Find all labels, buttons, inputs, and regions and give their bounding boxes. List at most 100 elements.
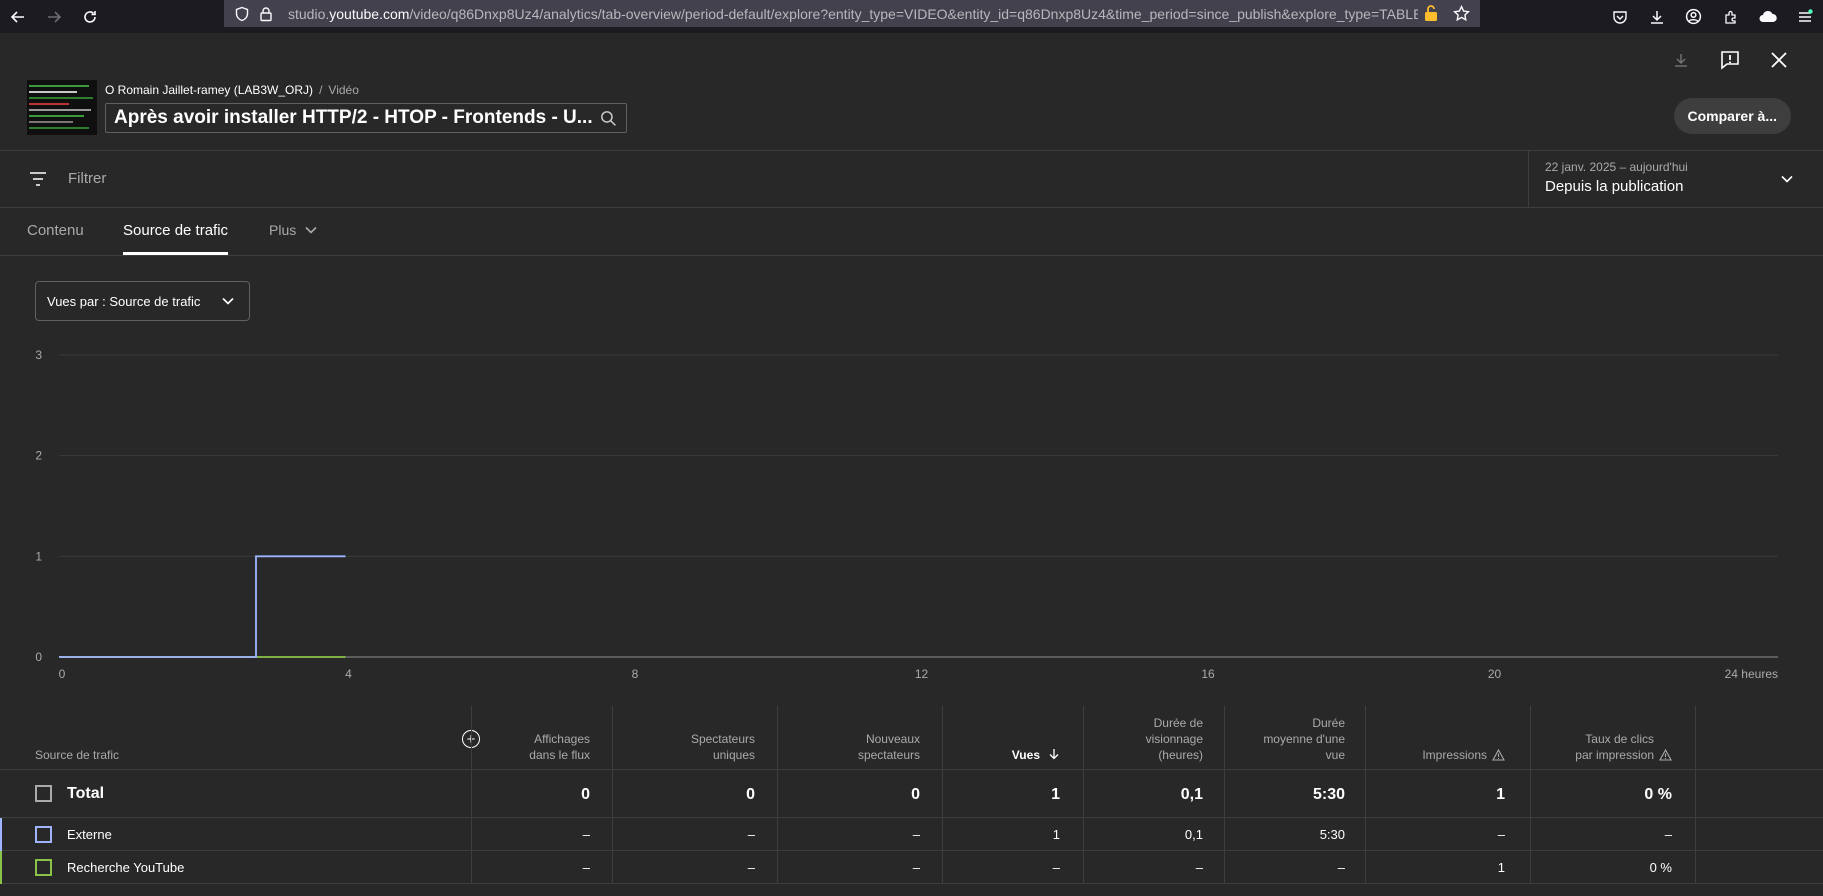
column-header[interactable]: Spectateurs uniques [691, 731, 755, 763]
column-divider [471, 706, 472, 884]
total-cell: 0 [581, 786, 590, 803]
x-tick-label: 12 [915, 667, 929, 681]
y-tick-label: 0 [35, 650, 42, 664]
tracking-shield-icon[interactable] [234, 6, 250, 22]
extension-cloud-icon[interactable] [1749, 0, 1786, 33]
column-header-line: visionnage [1145, 732, 1203, 746]
total-cell: 0 [746, 786, 755, 803]
lock-icon[interactable] [258, 6, 274, 22]
column-header-line: Durée de [1153, 716, 1203, 730]
x-tick-label: 20 [1488, 667, 1502, 681]
externe-cell: – [1497, 827, 1505, 842]
column-header-line: Nouveaux [865, 732, 920, 746]
menu-icon[interactable] [1786, 0, 1823, 33]
permissions-lock-icon[interactable] [1423, 4, 1439, 22]
column-header[interactable]: Vues [1012, 747, 1060, 763]
row-label-externe: Externe [67, 827, 112, 842]
bookmark-star-icon[interactable] [1453, 4, 1470, 22]
x-tick-label: 16 [1201, 667, 1215, 681]
url-text[interactable]: studio.youtube.com/video/q86Dnxp8Uz4/ana… [288, 6, 1418, 22]
column-header[interactable]: Affichages dans le flux [529, 731, 590, 763]
total-cell: 1 [1051, 786, 1060, 803]
filter-icon[interactable] [28, 170, 48, 193]
externe-cell: 1 [1052, 827, 1060, 842]
column-header-line: Taux de clics [1585, 732, 1654, 746]
tab-contenu[interactable]: Contenu [27, 222, 84, 239]
account-icon[interactable] [1675, 0, 1712, 33]
date-range-selector[interactable]: 22 janv. 2025 – aujourd'hui Depuis la pu… [1528, 151, 1823, 208]
column-header[interactable]: Nouveaux spectateurs [858, 731, 920, 763]
sort-arrow-down-icon[interactable] [1048, 748, 1060, 760]
x-tick-label: 4 [345, 667, 352, 681]
column-header-line: Affichages [534, 732, 590, 746]
recherche-youtube-cell: – [1052, 860, 1060, 875]
column-header-line: vue [1325, 748, 1345, 762]
column-divider [942, 706, 943, 884]
tab-plus-label: Plus [269, 222, 297, 238]
column-header[interactable]: Durée moyenne d'une vue [1263, 715, 1345, 763]
warning-icon[interactable] [1659, 749, 1672, 761]
download-icon[interactable] [1638, 0, 1675, 33]
column-divider [1083, 706, 1084, 884]
recherche-youtube-cell: – [1195, 860, 1203, 875]
browser-toolbar: studio.youtube.com/video/q86Dnxp8Uz4/ana… [0, 0, 1823, 33]
total-cell: 1 [1496, 786, 1505, 803]
column-divider [612, 706, 613, 884]
header-traffic-source[interactable]: Source de trafic [35, 748, 119, 762]
reload-icon[interactable] [72, 0, 108, 33]
x-tick-label: 24 heures [1725, 667, 1778, 681]
forward-icon[interactable] [36, 0, 72, 33]
recherche-youtube-cell: – [747, 860, 755, 875]
breadcrumb-separator: / [319, 83, 323, 97]
total-cell: 0 % [1644, 786, 1672, 803]
video-selector[interactable]: Après avoir installer HTTP/2 - HTOP - Fr… [105, 103, 627, 133]
externe-cell: 5:30 [1319, 827, 1345, 842]
column-header-line: moyenne d'une [1263, 732, 1345, 746]
breadcrumb: O Romain Jaillet-ramey (LAB3W_ORJ) / Vidéo [105, 83, 359, 97]
url-bar[interactable]: studio.youtube.com/video/q86Dnxp8Uz4/ana… [224, 0, 1480, 27]
video-title: Après avoir installer HTTP/2 - HTOP - Fr… [114, 107, 593, 128]
search-icon[interactable] [600, 110, 617, 132]
checkbox-total[interactable] [35, 785, 52, 802]
column-divider [1530, 706, 1531, 884]
column-header[interactable]: Impressions [1422, 747, 1505, 763]
filter-input[interactable]: Filtrer [68, 170, 106, 187]
column-divider [1365, 706, 1366, 884]
externe-cell: – [912, 827, 920, 842]
total-cell: 0 [911, 786, 920, 803]
column-header-line: Vues [1011, 748, 1040, 762]
close-icon[interactable] [1765, 46, 1793, 74]
metric-dropdown-label: Vues par : Source de trafic [47, 293, 201, 309]
export-download-icon[interactable] [1667, 46, 1695, 74]
checkbox-externe[interactable] [35, 826, 52, 843]
recherche-youtube-cell: – [582, 860, 590, 875]
row-label-recherche-youtube: Recherche YouTube [67, 860, 185, 875]
feedback-icon[interactable] [1716, 46, 1744, 74]
extensions-icon[interactable] [1712, 0, 1749, 33]
checkbox-recherche-youtube[interactable] [35, 859, 52, 876]
pocket-icon[interactable] [1601, 0, 1638, 33]
filter-row: Filtrer 22 janv. 2025 – aujourd'hui Depu… [0, 151, 1823, 208]
total-cell: 0,1 [1180, 786, 1203, 803]
analytics-header: O Romain Jaillet-ramey (LAB3W_ORJ) / Vidéo… [0, 33, 1823, 151]
views-chart: 01230 4 8 12 16 20 24 heures [35, 348, 1778, 681]
externe-cell: – [747, 827, 755, 842]
breadcrumb-channel[interactable]: O Romain Jaillet-ramey (LAB3W_ORJ) [105, 83, 313, 97]
recherche-youtube-cell: 1 [1497, 860, 1505, 875]
externe-cell: 0,1 [1184, 827, 1203, 842]
column-header-line: spectateurs [857, 748, 920, 762]
column-header[interactable]: Durée de visionnage (heures) [1146, 715, 1203, 763]
column-header-line: dans le flux [529, 748, 590, 762]
column-header[interactable]: Taux de clics par impression [1575, 731, 1672, 763]
tab-source-de-trafic[interactable]: Source de trafic [123, 222, 228, 239]
table-row-recherche-youtube: Recherche YouTube [0, 851, 1823, 884]
row-label-total: Total [67, 785, 105, 802]
back-icon[interactable] [0, 0, 36, 33]
column-divider [777, 706, 778, 884]
metric-dropdown[interactable]: Vues par : Source de trafic [35, 281, 250, 321]
column-header-line: Impressions [1422, 748, 1487, 762]
warning-icon[interactable] [1492, 749, 1505, 761]
tab-plus[interactable]: Plus [269, 222, 318, 238]
compare-button[interactable]: Comparer à... [1673, 98, 1791, 134]
column-header-line: (heures) [1158, 748, 1203, 762]
